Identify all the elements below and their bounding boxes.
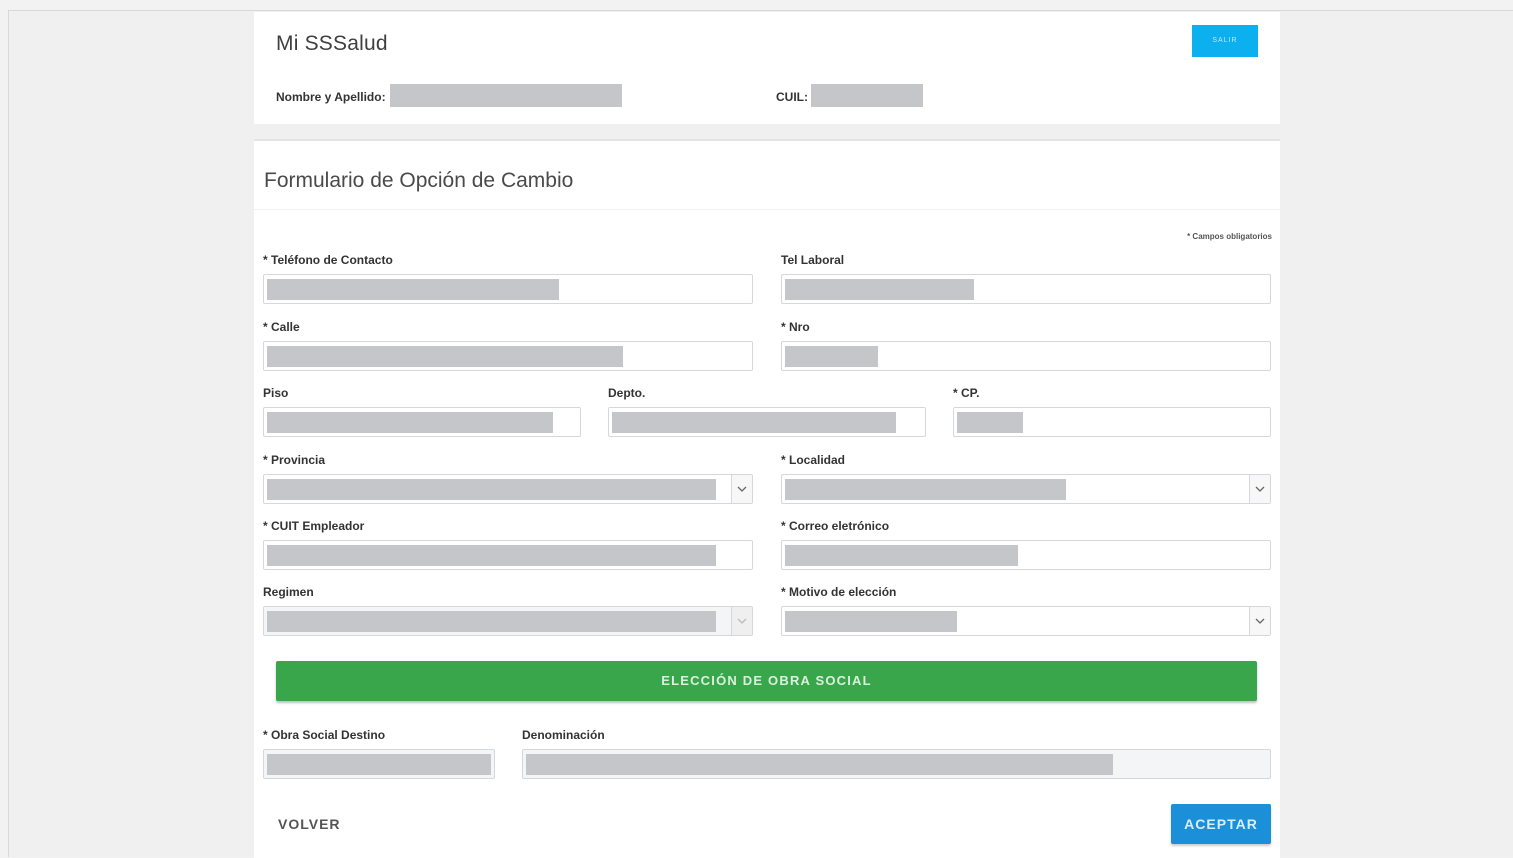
nro-input[interactable]: [781, 341, 1271, 371]
obra-destino-label: * Obra Social Destino: [263, 728, 386, 742]
eleccion-obra-social-button[interactable]: ELECCIÓN DE OBRA SOCIAL: [276, 661, 1257, 701]
tel-laboral-label: Tel Laboral: [781, 253, 845, 267]
depto-input[interactable]: [608, 407, 926, 437]
redacted-value: [267, 611, 716, 632]
volver-button[interactable]: VOLVER: [278, 816, 341, 832]
piso-label: Piso: [263, 386, 289, 400]
redacted-value: [267, 279, 559, 300]
motivo-label: * Motivo de elección: [781, 585, 897, 599]
telefono-label: * Teléfono de Contacto: [263, 253, 393, 267]
localidad-select[interactable]: [781, 474, 1271, 504]
correo-label: * Correo eletrónico: [781, 519, 890, 533]
provincia-select[interactable]: [263, 474, 753, 504]
cuit-label: * CUIT Empleador: [263, 519, 365, 533]
provincia-label: * Provincia: [263, 453, 326, 467]
redacted-value: [267, 479, 716, 500]
cp-label: * CP.: [953, 386, 980, 400]
name-value-redacted: [390, 84, 622, 107]
depto-label: Depto.: [608, 386, 646, 400]
redacted-value: [267, 412, 553, 433]
calle-label: * Calle: [263, 320, 300, 334]
app-title: Mi SSSalud: [276, 32, 388, 55]
cuit-input[interactable]: [263, 540, 753, 570]
chevron-down-icon: [731, 607, 752, 635]
piso-input[interactable]: [263, 407, 581, 437]
form-title: Formulario de Opción de Cambio: [264, 169, 574, 192]
redacted-value: [785, 279, 974, 300]
chevron-down-icon[interactable]: [731, 475, 752, 503]
title-divider: [254, 209, 1280, 210]
redacted-value: [267, 545, 716, 566]
calle-input[interactable]: [263, 341, 753, 371]
redacted-value: [267, 754, 491, 775]
header-card: Mi SSSalud SALIR Nombre y Apellido: CUIL…: [254, 12, 1280, 124]
denominacion-label: Denominación: [522, 728, 605, 742]
cuil-value-redacted: [811, 84, 923, 107]
redacted-value: [785, 479, 1066, 500]
name-label: Nombre y Apellido:: [276, 90, 386, 104]
redacted-value: [957, 412, 1023, 433]
redacted-value: [785, 346, 878, 367]
logout-button[interactable]: SALIR: [1192, 25, 1258, 57]
redacted-value: [785, 545, 1018, 566]
obra-destino-input[interactable]: [263, 749, 495, 779]
redacted-value: [612, 412, 896, 433]
localidad-label: * Localidad: [781, 453, 846, 467]
denominacion-input[interactable]: [522, 749, 1271, 779]
regimen-label: Regimen: [263, 585, 314, 599]
required-fields-note: * Campos obligatorios: [1187, 232, 1272, 241]
redacted-value: [785, 611, 957, 632]
cuil-label: CUIL:: [776, 90, 808, 104]
motivo-select[interactable]: [781, 606, 1271, 636]
cp-input[interactable]: [953, 407, 1271, 437]
nro-label: * Nro: [781, 320, 810, 334]
redacted-value: [267, 346, 623, 367]
regimen-select[interactable]: [263, 606, 753, 636]
correo-input[interactable]: [781, 540, 1271, 570]
tel-laboral-input[interactable]: [781, 274, 1271, 304]
telefono-input[interactable]: [263, 274, 753, 304]
chevron-down-icon[interactable]: [1249, 475, 1270, 503]
redacted-value: [526, 754, 1113, 775]
chevron-down-icon[interactable]: [1249, 607, 1270, 635]
form-card: Formulario de Opción de Cambio * Campos …: [254, 139, 1280, 858]
aceptar-button[interactable]: ACEPTAR: [1171, 804, 1271, 844]
